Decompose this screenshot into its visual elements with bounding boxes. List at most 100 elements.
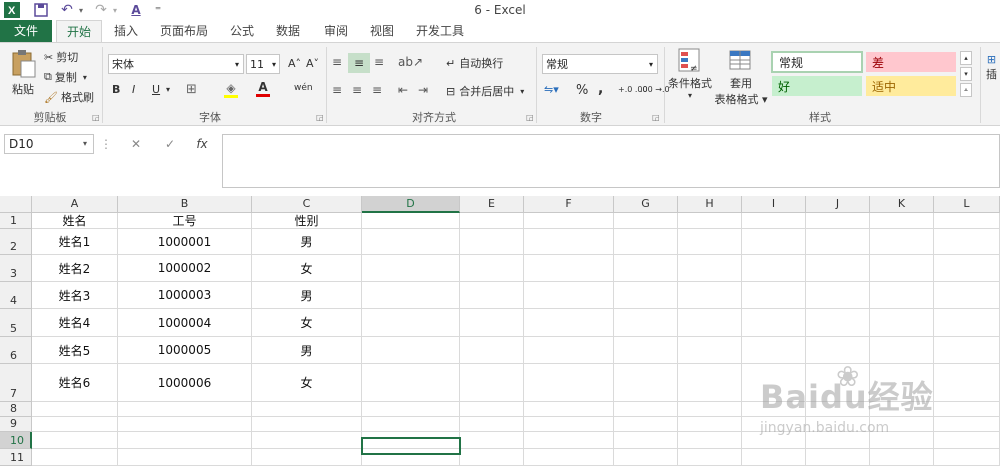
cell-b10[interactable] [118,432,252,449]
row-header-10[interactable]: 10 [0,432,32,449]
cell-h8[interactable] [678,402,742,417]
row-header-3[interactable]: 3 [0,255,32,282]
accounting-format-icon[interactable]: ⇋▾ [544,83,559,96]
cell-b8[interactable] [118,402,252,417]
cell-l11[interactable] [934,449,1000,466]
cell-d2[interactable] [362,229,460,255]
cell-b6[interactable]: 1000005 [118,337,252,364]
cell-b11[interactable] [118,449,252,466]
bold-button[interactable]: B [112,83,120,96]
cell-h11[interactable] [678,449,742,466]
cell-b9[interactable] [118,417,252,432]
styles-scroll-up-icon[interactable]: ▴ [960,51,972,65]
column-header-h[interactable]: H [678,196,742,213]
format-painter-button[interactable]: 🖌 格式刷 [44,89,94,105]
cell-l1[interactable] [934,213,1000,229]
cell-f3[interactable] [524,255,614,282]
cell-f2[interactable] [524,229,614,255]
comma-button[interactable]: , [598,81,603,97]
cell-g2[interactable] [614,229,678,255]
cell-g9[interactable] [614,417,678,432]
cell-g7[interactable] [614,364,678,402]
cell-k4[interactable] [870,282,934,309]
cell-f6[interactable] [524,337,614,364]
row-header-7[interactable]: 7 [0,364,32,402]
alignment-launcher-icon[interactable]: ◲ [526,113,534,122]
cell-c1[interactable]: 性别 [252,213,362,229]
column-header-c[interactable]: C [252,196,362,213]
cell-g8[interactable] [614,402,678,417]
cell-l3[interactable] [934,255,1000,282]
cell-j5[interactable] [806,309,870,337]
cell-g1[interactable] [614,213,678,229]
cell-k11[interactable] [870,449,934,466]
insert-function-button[interactable]: fx [190,134,214,154]
cell-k6[interactable] [870,337,934,364]
align-left-icon[interactable]: ≡ [332,83,342,97]
italic-button[interactable]: I [132,83,135,96]
cell-a7[interactable]: 姓名6 [32,364,118,402]
column-header-l[interactable]: L [934,196,1000,213]
styles-more-icon[interactable]: ⩡ [960,83,972,97]
cell-c8[interactable] [252,402,362,417]
cell-h7[interactable] [678,364,742,402]
cell-g6[interactable] [614,337,678,364]
number-launcher-icon[interactable]: ◲ [652,113,660,122]
cell-e1[interactable] [460,213,524,229]
font-size-select[interactable]: 11 ▾ [246,54,280,74]
cell-f1[interactable] [524,213,614,229]
row-header-6[interactable]: 6 [0,337,32,364]
tab-data[interactable]: 数据 [268,20,308,42]
tab-view[interactable]: 视图 [362,20,402,42]
wrap-text-button[interactable]: ↵ 自动换行 [446,55,503,71]
cell-g4[interactable] [614,282,678,309]
underline-dropdown-icon[interactable]: ▾ [166,85,170,94]
cell-k1[interactable] [870,213,934,229]
cell-h6[interactable] [678,337,742,364]
cell-j4[interactable] [806,282,870,309]
cell-h9[interactable] [678,417,742,432]
cut-button[interactable]: ✂ 剪切 [44,49,78,65]
cell-c9[interactable] [252,417,362,432]
cell-j1[interactable] [806,213,870,229]
cell-e8[interactable] [460,402,524,417]
cell-f11[interactable] [524,449,614,466]
cell-a6[interactable]: 姓名5 [32,337,118,364]
orientation-icon[interactable]: ab↗ [398,55,423,69]
formula-input[interactable] [222,134,1000,188]
cancel-icon[interactable]: ✕ [124,134,148,154]
cell-e4[interactable] [460,282,524,309]
cell-f4[interactable] [524,282,614,309]
cell-d8[interactable] [362,402,460,417]
align-right-icon[interactable]: ≡ [372,83,382,97]
cell-b4[interactable]: 1000003 [118,282,252,309]
cell-h3[interactable] [678,255,742,282]
cell-l5[interactable] [934,309,1000,337]
clipboard-launcher-icon[interactable]: ◲ [92,113,100,122]
cell-i4[interactable] [742,282,806,309]
column-header-g[interactable]: G [614,196,678,213]
cell-l10[interactable] [934,432,1000,449]
cell-f9[interactable] [524,417,614,432]
cell-f10[interactable] [524,432,614,449]
styles-scroll-down-icon[interactable]: ▾ [960,67,972,81]
cell-c6[interactable]: 男 [252,337,362,364]
tab-insert[interactable]: 插入 [106,20,146,42]
cell-l2[interactable] [934,229,1000,255]
style-good[interactable]: 好 [772,76,862,96]
cell-l4[interactable] [934,282,1000,309]
cell-c3[interactable]: 女 [252,255,362,282]
tab-page-layout[interactable]: 页面布局 [152,20,216,42]
increase-indent-icon[interactable]: ⇥ [418,83,428,97]
cell-g3[interactable] [614,255,678,282]
cell-e3[interactable] [460,255,524,282]
cell-b7[interactable]: 1000006 [118,364,252,402]
cell-e7[interactable] [460,364,524,402]
cell-d7[interactable] [362,364,460,402]
style-neutral[interactable]: 适中 [866,76,956,96]
cell-k5[interactable] [870,309,934,337]
cell-a3[interactable]: 姓名2 [32,255,118,282]
cell-l8[interactable] [934,402,1000,417]
font-name-select[interactable]: 宋体 ▾ [108,54,244,74]
row-header-11[interactable]: 11 [0,449,32,466]
